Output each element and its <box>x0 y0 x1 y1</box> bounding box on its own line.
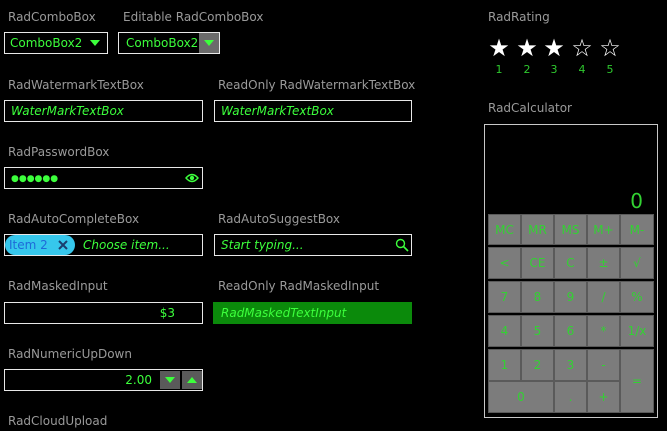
rating-number-2: 2 <box>523 63 531 76</box>
cloudupload-label: RadCloudUpload <box>8 414 108 428</box>
autocomplete-placeholder: Choose item... <box>83 238 170 252</box>
passwordbox-label: RadPasswordBox <box>8 145 110 159</box>
calc-key-7[interactable]: 7 <box>488 281 521 313</box>
calc-key-mplus[interactable]: M+ <box>587 214 620 245</box>
autocomplete-label: RadAutoCompleteBox <box>8 212 140 226</box>
search-icon[interactable] <box>395 238 409 252</box>
calc-key-9[interactable]: 9 <box>554 281 587 313</box>
calculator-label: RadCalculator <box>488 101 572 115</box>
numeric-decrease-button[interactable] <box>160 371 180 389</box>
calc-key-mr[interactable]: MR <box>521 214 554 245</box>
calc-key-6[interactable]: 6 <box>554 315 587 347</box>
readonly-watermark-textbox[interactable]: WaterMarkTextBox <box>214 100 412 122</box>
numericupdown[interactable]: 2.00 <box>4 369 203 391</box>
calc-key-c[interactable]: C <box>554 247 587 279</box>
password-value: ●●●●●● <box>11 174 59 184</box>
calc-key-subtract[interactable]: - <box>587 349 620 381</box>
calc-key-percent[interactable]: % <box>620 281 654 313</box>
watermark-textbox[interactable]: WaterMarkTextBox <box>4 100 203 122</box>
editable-combobox-dropdown-button[interactable] <box>199 33 219 53</box>
calc-key-0[interactable]: 0 <box>488 381 554 413</box>
token-label: Item 2 <box>9 238 48 252</box>
rating-number-5: 5 <box>606 63 614 76</box>
calculator-display: 0 <box>630 189 643 213</box>
maskedinput[interactable]: $3 <box>4 302 203 324</box>
calc-key-ce[interactable]: CE <box>521 247 554 279</box>
chevron-up-icon <box>187 377 197 383</box>
combobox-value: ComboBox2 <box>10 36 83 50</box>
rating-number-1: 1 <box>495 63 503 76</box>
rating-star-5[interactable]: ☆ <box>598 36 622 60</box>
calc-key-equals[interactable]: = <box>620 349 654 413</box>
calc-key-mminus[interactable]: M- <box>620 214 654 245</box>
readonly-watermark-value: WaterMarkTextBox <box>221 104 334 118</box>
calc-key-mc[interactable]: MC <box>488 214 521 245</box>
readonly-watermark-label: ReadOnly RadWatermarkTextBox <box>218 78 416 92</box>
editable-combobox-value: ComboBox2 <box>126 36 199 50</box>
combobox-label: RadComboBox <box>8 10 96 24</box>
calculator: 0 MC MR MS M+ M- < CE C ± √ 7 8 9 / % 4 … <box>484 124 658 418</box>
rating-star-1[interactable]: ★ <box>487 36 511 60</box>
calc-key-2[interactable]: 2 <box>521 349 554 381</box>
chevron-down-icon <box>204 40 214 46</box>
rating-star-2[interactable]: ★ <box>515 36 539 60</box>
calc-key-divide[interactable]: / <box>587 281 620 313</box>
calc-key-reciprocal[interactable]: 1/x <box>620 315 654 347</box>
autosuggest-placeholder: Start typing... <box>221 238 304 252</box>
maskedinput-label: RadMaskedInput <box>8 279 108 293</box>
calc-key-5[interactable]: 5 <box>521 315 554 347</box>
editable-combobox[interactable]: ComboBox2 <box>118 32 220 54</box>
autocompletebox[interactable]: Item 2 Choose item... <box>4 234 203 256</box>
autosuggestbox[interactable]: Start typing... <box>214 234 412 256</box>
rating-number-4: 4 <box>578 63 586 76</box>
maskedinput-value: $3 <box>159 306 175 320</box>
eye-icon[interactable] <box>185 172 199 184</box>
calc-key-add[interactable]: + <box>587 381 620 413</box>
autosuggest-label: RadAutoSuggestBox <box>218 212 341 226</box>
passwordbox[interactable]: ●●●●●● <box>4 167 203 189</box>
autocomplete-token[interactable]: Item 2 <box>5 235 75 255</box>
chevron-down-icon <box>165 377 175 383</box>
calc-key-1[interactable]: 1 <box>488 349 521 381</box>
rating-star-3[interactable]: ★ <box>542 36 566 60</box>
rating-label: RadRating <box>488 10 550 24</box>
numeric-increase-button[interactable] <box>182 371 202 389</box>
calc-key-plusminus[interactable]: ± <box>587 247 620 279</box>
editable-combobox-label: Editable RadComboBox <box>123 10 264 24</box>
calc-key-4[interactable]: 4 <box>488 315 521 347</box>
rating-star-4[interactable]: ☆ <box>570 36 594 60</box>
watermark-textbox-label: RadWatermarkTextBox <box>8 78 144 92</box>
calc-key-multiply[interactable]: * <box>587 315 620 347</box>
readonly-maskedinput-value: RadMaskedTextInput <box>221 306 347 320</box>
watermark-textbox-value: WaterMarkTextBox <box>11 104 124 118</box>
calc-key-sqrt[interactable]: √ <box>620 247 654 279</box>
calc-key-decimal[interactable]: . <box>554 381 587 413</box>
readonly-maskedinput[interactable]: RadMaskedTextInput <box>213 302 412 324</box>
combobox[interactable]: ComboBox2 <box>4 32 108 54</box>
calc-key-8[interactable]: 8 <box>521 281 554 313</box>
close-icon[interactable] <box>58 240 68 250</box>
calc-key-backspace[interactable]: < <box>488 247 521 279</box>
calc-key-ms[interactable]: MS <box>554 214 587 245</box>
rating-number-3: 3 <box>550 63 558 76</box>
readonly-maskedinput-label: ReadOnly RadMaskedInput <box>218 279 380 293</box>
numericupdown-label: RadNumericUpDown <box>8 347 132 361</box>
calc-key-3[interactable]: 3 <box>554 349 587 381</box>
combobox-dropdown-button[interactable] <box>83 33 107 53</box>
chevron-down-icon <box>90 40 100 46</box>
numeric-value: 2.00 <box>125 373 152 387</box>
